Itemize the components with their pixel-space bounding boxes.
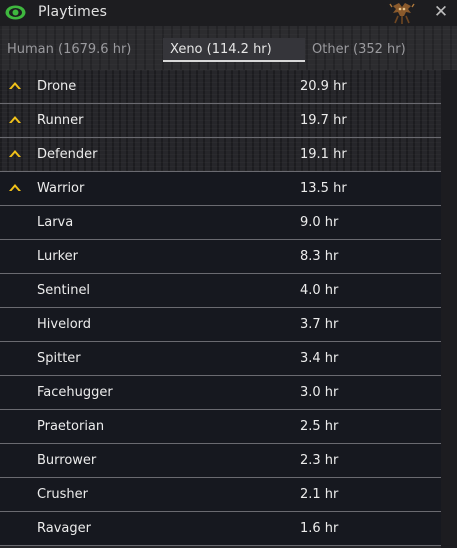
rank-chevron-icon	[9, 150, 21, 157]
role-name: Hivelord	[37, 317, 92, 332]
role-name: Facehugger	[37, 385, 113, 400]
table-row: Warrior 13.5 hr	[0, 172, 441, 206]
table-row: Lurker 8.3 hr	[0, 240, 441, 274]
role-name: Ravager	[37, 521, 91, 536]
table-row: Drone 20.9 hr	[0, 70, 441, 104]
role-time: 3.4 hr	[300, 351, 339, 366]
table-row: Crusher 2.1 hr	[0, 478, 441, 512]
tab-human[interactable]: Human (1679.6 hr)	[7, 38, 131, 62]
role-name: Spitter	[37, 351, 81, 366]
rank-chevron-icon	[9, 116, 21, 123]
table-row: Defender 19.1 hr	[0, 138, 441, 172]
table-row: Ravager 1.6 hr	[0, 512, 441, 546]
role-name: Crusher	[37, 487, 89, 502]
role-time: 2.3 hr	[300, 453, 339, 468]
role-time: 4.0 hr	[300, 283, 339, 298]
role-name: Larva	[37, 215, 74, 230]
xeno-mascot-icon	[389, 3, 415, 24]
tab-other[interactable]: Other (352 hr)	[312, 38, 406, 62]
playtime-list: Drone 20.9 hr Runner 19.7 hr Defender 19…	[0, 70, 441, 548]
role-time: 20.9 hr	[300, 79, 347, 94]
title-bar[interactable]: Playtimes ✕	[0, 0, 457, 26]
role-time: 19.1 hr	[300, 147, 347, 162]
role-name: Warrior	[37, 181, 85, 196]
role-time: 2.1 hr	[300, 487, 339, 502]
eye-icon	[5, 5, 26, 20]
table-row: Runner 19.7 hr	[0, 104, 441, 138]
rank-chevron-icon	[9, 82, 21, 89]
rank-chevron-icon	[9, 184, 21, 191]
table-row: Burrower 2.3 hr	[0, 444, 441, 478]
scrollbar-track[interactable]	[441, 70, 457, 548]
role-time: 13.5 hr	[300, 181, 347, 196]
table-row: Sentinel 4.0 hr	[0, 274, 441, 308]
role-time: 19.7 hr	[300, 113, 347, 128]
table-row: Praetorian 2.5 hr	[0, 410, 441, 444]
role-time: 1.6 hr	[300, 521, 339, 536]
table-row: Spitter 3.4 hr	[0, 342, 441, 376]
role-time: 3.7 hr	[300, 317, 339, 332]
role-name: Burrower	[37, 453, 97, 468]
close-icon: ✕	[433, 2, 449, 22]
table-row: Hivelord 3.7 hr	[0, 308, 441, 342]
role-name: Lurker	[37, 249, 79, 264]
role-time: 9.0 hr	[300, 215, 339, 230]
role-time: 8.3 hr	[300, 249, 339, 264]
role-name: Drone	[37, 79, 77, 94]
role-time: 3.0 hr	[300, 385, 339, 400]
role-name: Sentinel	[37, 283, 91, 298]
close-button[interactable]: ✕	[430, 1, 452, 23]
role-time: 2.5 hr	[300, 419, 339, 434]
tab-xeno[interactable]: Xeno (114.2 hr)	[163, 38, 305, 62]
role-name: Praetorian	[37, 419, 105, 434]
tab-bar: Human (1679.6 hr) Xeno (114.2 hr) Other …	[0, 26, 457, 70]
playtimes-window: Playtimes ✕ Human (1679.6 hr) Xeno (114.…	[0, 0, 457, 548]
role-name: Runner	[37, 113, 84, 128]
table-row: Larva 9.0 hr	[0, 206, 441, 240]
role-name: Defender	[37, 147, 98, 162]
window-title: Playtimes	[38, 4, 108, 20]
table-row: Facehugger 3.0 hr	[0, 376, 441, 410]
